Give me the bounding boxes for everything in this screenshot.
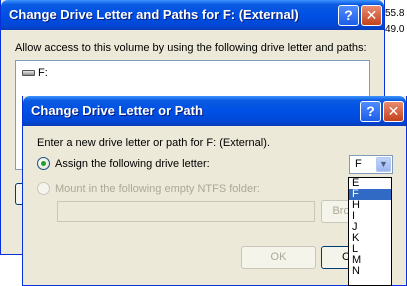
assign-letter-label: Assign the following drive letter: [55, 157, 210, 170]
ok-button: OK [241, 246, 316, 269]
drive-icon [22, 70, 35, 76]
help-icon: ? [344, 7, 353, 23]
instructions-label: Allow access to this volume by using the… [15, 42, 367, 54]
title-bar[interactable]: Change Drive Letter or Path ? ✕ [23, 96, 406, 126]
background-text: 55.8 [385, 8, 405, 19]
help-icon: ? [366, 103, 375, 119]
title-bar[interactable]: Change Drive Letter and Paths for F: (Ex… [1, 0, 384, 30]
assign-letter-option[interactable]: Assign the following drive letter: [37, 157, 210, 170]
dialog-title: Change Drive Letter and Paths for F: (Ex… [9, 7, 299, 22]
drive-letter-dropdown[interactable]: E F H I J K L M N [348, 177, 392, 286]
close-button[interactable]: ✕ [383, 101, 404, 122]
description-label: Enter a new drive letter or path for F: … [37, 137, 270, 149]
mount-folder-option: Mount in the following empty NTFS folder… [37, 182, 260, 195]
mount-folder-label: Mount in the following empty NTFS folder… [55, 182, 260, 195]
dropdown-option[interactable]: N [349, 266, 391, 277]
assign-letter-radio[interactable] [37, 157, 50, 170]
dialog-title: Change Drive Letter or Path [31, 103, 203, 118]
dropdown-option[interactable]: H [349, 200, 391, 211]
list-item-label: F: [38, 67, 48, 79]
close-icon: ✕ [365, 7, 378, 23]
help-button[interactable]: ? [360, 101, 381, 122]
chevron-down-icon[interactable]: ▼ [376, 157, 391, 172]
list-item[interactable]: F: [22, 67, 48, 79]
close-icon: ✕ [387, 103, 400, 119]
help-button[interactable]: ? [338, 5, 359, 26]
selected-letter: F [355, 158, 362, 170]
folder-path-input [57, 201, 315, 222]
drive-letter-combo[interactable]: F ▼ [349, 155, 393, 174]
background-text: 49.0 [385, 24, 405, 35]
close-button[interactable]: ✕ [361, 5, 382, 26]
mount-folder-radio [37, 182, 50, 195]
